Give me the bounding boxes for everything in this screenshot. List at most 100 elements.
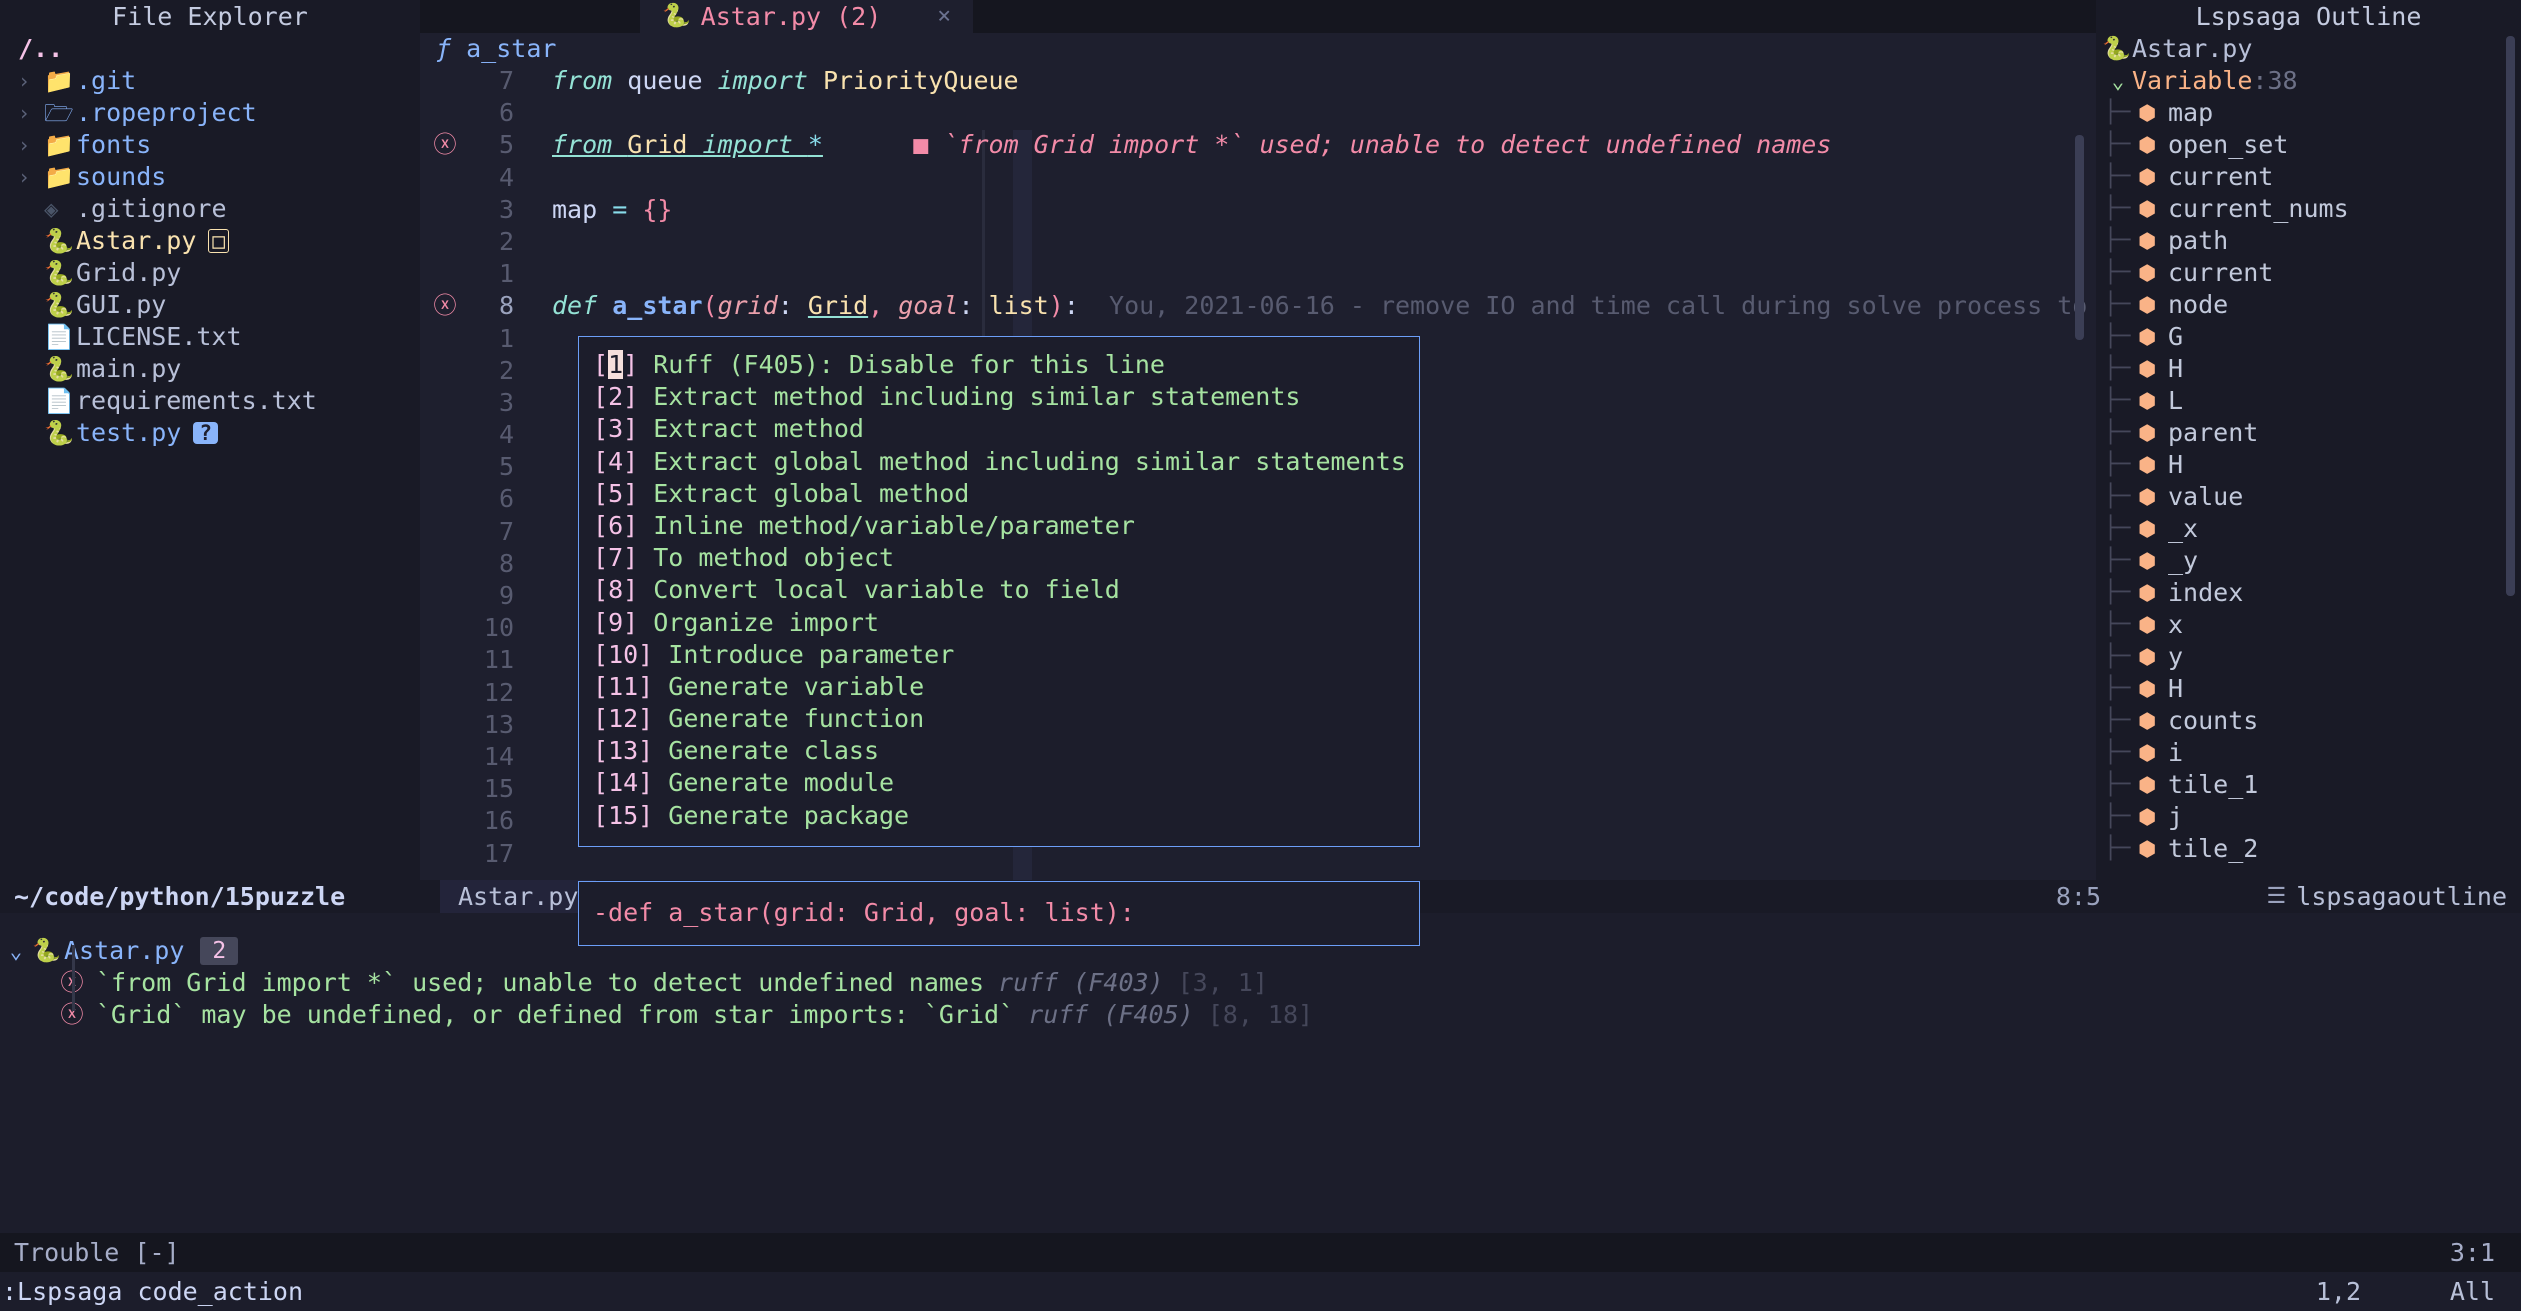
outline-scrollbar[interactable] (2506, 36, 2515, 596)
file-explorer-item[interactable]: 📄LICENSE.txt (0, 321, 420, 353)
tab-astar-py[interactable]: 🐍 Astar.py (2) × (640, 0, 973, 33)
trouble-diagnostic-row[interactable]: ⓧ`from Grid import *` used; unable to de… (0, 967, 2521, 999)
tree-guide-icon: ├─ (2104, 225, 2138, 257)
outline-symbol-item[interactable]: ├─⬢node (2096, 289, 2521, 321)
tree-guide-icon: ├─ (2104, 609, 2138, 641)
command-line[interactable]: :Lspsaga code_action 1,2 All (0, 1272, 2521, 1311)
chevron-right-icon[interactable]: › (18, 129, 44, 161)
file-explorer-item[interactable]: ›📁.git (0, 65, 420, 97)
outline-symbol-label: index (2168, 577, 2243, 609)
editor-scrollbar[interactable] (2075, 135, 2084, 340)
gutter-spacer (514, 387, 552, 419)
file-explorer-item[interactable]: ›📁fonts (0, 129, 420, 161)
outline-symbol-item[interactable]: ├─⬢j (2096, 801, 2521, 833)
file-explorer-item-label: .ropeproject (76, 97, 257, 129)
outline-symbol-item[interactable]: ├─⬢index (2096, 577, 2521, 609)
close-icon[interactable]: × (937, 0, 951, 33)
file-explorer-item[interactable]: 🐍Grid.py (0, 257, 420, 289)
code-action-item[interactable]: [3] Extract method (593, 413, 1419, 445)
statusline-position: 8:5 (2056, 880, 2101, 913)
code-action-item[interactable]: [2] Extract method including similar sta… (593, 381, 1419, 413)
file-explorer-item[interactable]: ›🗁.ropeproject (0, 97, 420, 129)
outline-symbol-item[interactable]: ├─⬢map (2096, 97, 2521, 129)
code-action-index-bracket: ] (623, 608, 653, 637)
code-action-item[interactable]: [14] Generate module (593, 767, 1419, 799)
chevron-right-icon[interactable]: › (18, 97, 44, 129)
file-explorer-list: ›📁.git›🗁.ropeproject›📁fonts›📁sounds ◈.gi… (0, 65, 420, 449)
outline-symbol-label: tile_1 (2168, 769, 2258, 801)
sign-column (420, 483, 470, 515)
outline-group-variable[interactable]: ⌄ Variable :38 (2096, 65, 2521, 97)
code-token: from (552, 130, 627, 159)
outline-symbol-item[interactable]: ├─⬢tile_1 (2096, 769, 2521, 801)
code-action-item[interactable]: [12] Generate function (593, 703, 1419, 735)
outline-symbol-item[interactable]: ├─⬢tile_2 (2096, 833, 2521, 865)
outline-symbol-item[interactable]: ├─⬢H (2096, 449, 2521, 481)
outline-symbol-item[interactable]: ├─⬢open_set (2096, 129, 2521, 161)
chevron-right-icon[interactable]: › (18, 65, 44, 97)
chevron-right-icon[interactable]: › (18, 161, 44, 193)
code-action-menu[interactable]: [1] Ruff (F405): Disable for this line[2… (578, 336, 1420, 847)
code-action-index-bracket: [ (593, 447, 608, 476)
code-action-item[interactable]: [9] Organize import (593, 607, 1419, 639)
file-explorer-item[interactable]: 🐍test.py? (0, 417, 420, 449)
outline-symbol-item[interactable]: ├─⬢current_nums (2096, 193, 2521, 225)
chevron-down-icon[interactable]: ⌄ (2104, 65, 2132, 97)
code-action-item[interactable]: [15] Generate package (593, 800, 1419, 832)
outline-symbol-item[interactable]: ├─⬢parent (2096, 417, 2521, 449)
outline-symbol-item[interactable]: ├─⬢value (2096, 481, 2521, 513)
python-file-icon: 🐍 (32, 935, 64, 967)
outline-symbol-item[interactable]: ├─⬢_x (2096, 513, 2521, 545)
outline-symbol-item[interactable]: ├─⬢L (2096, 385, 2521, 417)
line-number: 11 (470, 644, 514, 676)
code-action-label: Generate package (668, 801, 909, 830)
outline-file-row[interactable]: 🐍 Astar.py (2096, 33, 2521, 65)
code-action-item[interactable]: [11] Generate variable (593, 671, 1419, 703)
outline-symbol-item[interactable]: ├─⬢H (2096, 673, 2521, 705)
code-action-item[interactable]: [5] Extract global method (593, 478, 1419, 510)
spacer (18, 225, 44, 257)
code-token: : (958, 291, 988, 320)
trouble-diagnostic-row[interactable]: ⓧ`Grid` may be undefined, or defined fro… (0, 999, 2521, 1031)
code-action-index-bracket: ] (638, 704, 668, 733)
code-action-index-bracket: [ (593, 350, 608, 379)
gutter-spacer (514, 194, 552, 226)
outline-symbol-item[interactable]: ├─⬢y (2096, 641, 2521, 673)
outline-symbol-item[interactable]: ├─⬢G (2096, 321, 2521, 353)
code-action-item[interactable]: [1] Ruff (F405): Disable for this line (593, 349, 1419, 381)
file-explorer-item[interactable]: ◈.gitignore (0, 193, 420, 225)
outline-symbol-item[interactable]: ├─⬢current (2096, 257, 2521, 289)
file-explorer-item[interactable]: 📄requirements.txt (0, 385, 420, 417)
sign-column (420, 226, 470, 258)
line-number: 7 (470, 65, 514, 97)
line-number: 16 (470, 805, 514, 837)
file-explorer-root[interactable]: /.. (0, 33, 420, 65)
sign-column (420, 97, 470, 129)
code-text (552, 97, 2096, 129)
outline-symbol-item[interactable]: ├─⬢counts (2096, 705, 2521, 737)
chevron-down-icon[interactable]: ⌄ (0, 935, 32, 967)
code-action-item[interactable]: [7] To method object (593, 542, 1419, 574)
code-action-item[interactable]: [4] Extract global method including simi… (593, 446, 1419, 478)
code-token: * (808, 130, 823, 159)
code-action-item[interactable]: [10] Introduce parameter (593, 639, 1419, 671)
code-action-item[interactable]: [6] Inline method/variable/parameter (593, 510, 1419, 542)
file-explorer-item[interactable]: 🐍Astar.py□ (0, 225, 420, 257)
file-explorer-item-label: main.py (76, 353, 181, 385)
outline-symbol-item[interactable]: ├─⬢i (2096, 737, 2521, 769)
file-explorer-item[interactable]: 🐍main.py (0, 353, 420, 385)
tree-guide-icon: ├─ (2104, 673, 2138, 705)
tree-guide-icon: ├─ (2104, 289, 2138, 321)
outline-symbol-item[interactable]: ├─⬢path (2096, 225, 2521, 257)
variable-icon: ⬢ (2138, 833, 2168, 865)
folder-icon: 📁 (44, 129, 76, 161)
file-explorer-item[interactable]: 🐍GUI.py (0, 289, 420, 321)
code-action-item[interactable]: [13] Generate class (593, 735, 1419, 767)
outline-symbol-item[interactable]: ├─⬢current (2096, 161, 2521, 193)
outline-symbol-item[interactable]: ├─⬢x (2096, 609, 2521, 641)
code-action-item[interactable]: [8] Convert local variable to field (593, 574, 1419, 606)
outline-symbol-item[interactable]: ├─⬢H (2096, 353, 2521, 385)
outline-symbol-item[interactable]: ├─⬢_y (2096, 545, 2521, 577)
file-explorer-item[interactable]: ›📁sounds (0, 161, 420, 193)
code-action-preview: -def a_star(grid: Grid, goal: list): (578, 881, 1420, 946)
